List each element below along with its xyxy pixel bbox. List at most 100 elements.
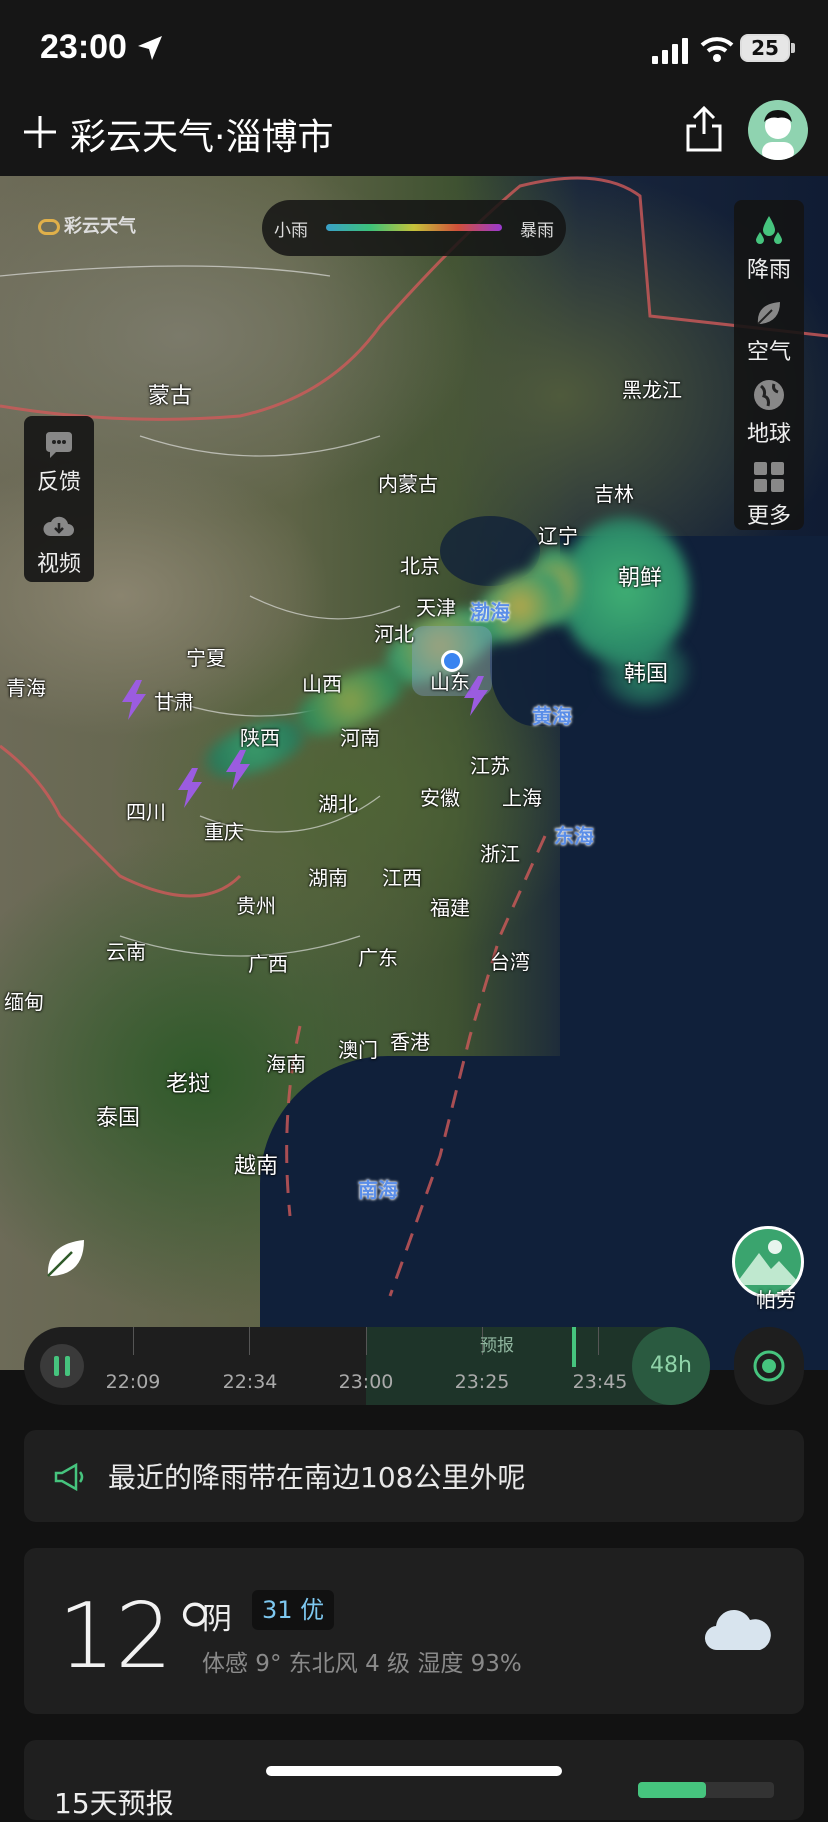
status-time: 23:00: [40, 28, 127, 66]
map-label-hebei: 河北: [374, 622, 414, 646]
forecast-view-toggle[interactable]: [638, 1782, 774, 1798]
map-label-zhejiang: 浙江: [480, 842, 520, 866]
timeline-tick: [366, 1327, 367, 1355]
video-label: 视频: [36, 552, 81, 577]
border-lines: [0, 176, 828, 1297]
pause-icon-bar: [65, 1356, 70, 1376]
avatar-face-icon: [762, 110, 794, 160]
map-logo: 彩云天气: [38, 212, 136, 238]
map-label-macau: 澳门: [338, 1038, 378, 1062]
current-temperature: 12°: [58, 1584, 218, 1689]
map-label-myanmar: 缅甸: [4, 990, 44, 1014]
lightning-icon: [178, 768, 202, 808]
map-label-hongkong: 香港: [390, 1030, 430, 1054]
map-label-gansu: 甘肃: [154, 690, 194, 714]
layer-air-button[interactable]: 空气: [734, 296, 804, 366]
feedback-button[interactable]: 反馈: [24, 430, 94, 496]
map-label-shanxi: 山西: [302, 672, 342, 696]
map-label-guizhou: 贵州: [236, 894, 276, 918]
share-icon[interactable]: [682, 104, 726, 154]
timeline-cursor[interactable]: [572, 1327, 576, 1367]
map-label-mongolia: 蒙古: [148, 384, 193, 409]
cellular-signal-icon: [652, 38, 688, 64]
map-label-shanghai: 上海: [502, 786, 542, 810]
timeline-time-label: 22:09: [105, 1371, 161, 1393]
layer-panel: 降雨 空气 地球 更多: [734, 200, 804, 530]
rain-intensity-legend: 小雨 暴雨: [262, 200, 566, 256]
toggle-active-segment: [638, 1782, 706, 1798]
map-label-tianjin: 天津: [416, 596, 456, 620]
map-label-sichuan: 四川: [126, 800, 166, 824]
radar-timeline[interactable]: 预报 22:09 22:34 23:00 23:25 23:45: [24, 1327, 710, 1405]
grid-more-icon: [754, 462, 784, 492]
map-label-anhui: 安徽: [420, 786, 460, 810]
page-title[interactable]: 彩云天气·淄博市: [70, 108, 333, 160]
feedback-label: 反馈: [36, 470, 81, 495]
video-button[interactable]: 视频: [24, 512, 94, 578]
layer-air-label: 空气: [746, 340, 791, 365]
leaf-toggle-icon[interactable]: [44, 1236, 88, 1280]
map-label-heilongjiang: 黑龙江: [622, 378, 682, 402]
layer-rain-button[interactable]: 降雨: [734, 214, 804, 284]
rain-notice-text: 最近的降雨带在南边108公里外呢: [108, 1461, 526, 1494]
map-label-liaoning: 辽宁: [538, 524, 578, 548]
layer-more-button[interactable]: 更多: [734, 460, 804, 530]
map-label-palau: 帕劳: [756, 1288, 796, 1312]
user-avatar[interactable]: [748, 100, 808, 160]
sea-label-huanghai: 黄海: [532, 704, 572, 728]
aqi-badge[interactable]: 31 优: [252, 1590, 335, 1630]
range-48h-button[interactable]: 48h: [632, 1327, 710, 1405]
rain-notice-card[interactable]: 最近的降雨带在南边108公里外呢: [24, 1430, 804, 1522]
radar-map[interactable]: 彩云天气 小雨 暴雨 降雨 空气 地球 更多 反馈 视频 蒙古 黑龙江 内蒙古 …: [0, 176, 828, 1370]
layer-rain-label: 降雨: [746, 258, 791, 283]
map-logo-text: 彩云天气: [64, 216, 136, 237]
battery-indicator: 25: [740, 34, 790, 62]
forecast-15day-title: 15天预报: [54, 1787, 174, 1820]
map-label-vietnam: 越南: [234, 1154, 279, 1179]
map-label-jiangxi: 江西: [382, 866, 422, 890]
timeline-time-label: 23:00: [338, 1371, 394, 1393]
layer-more-label: 更多: [746, 504, 791, 529]
timeline-tick: [133, 1327, 134, 1355]
leaf-icon: [757, 302, 780, 325]
map-label-laos: 老挝: [166, 1072, 211, 1097]
map-label-hunan: 湖南: [308, 866, 348, 890]
home-indicator[interactable]: [266, 1766, 562, 1776]
layer-earth-button[interactable]: 地球: [734, 378, 804, 448]
map-label-beijing: 北京: [400, 554, 440, 578]
legend-light-label: 小雨: [274, 221, 308, 241]
map-label-guangdong: 广东: [358, 946, 398, 970]
layer-earth-label: 地球: [746, 422, 791, 447]
map-label-hainan: 海南: [266, 1052, 306, 1076]
locate-button[interactable]: [734, 1327, 804, 1405]
map-label-jilin: 吉林: [594, 482, 634, 506]
weather-condition: 阴: [202, 1602, 232, 1637]
sea-label-donghai: 东海: [554, 824, 594, 848]
forecast-label: 预报: [480, 1336, 514, 1356]
megaphone-icon: [54, 1462, 84, 1492]
cloud-icon: [704, 1610, 771, 1651]
sea-label-bohai: 渤海: [470, 600, 510, 624]
location-arrow-icon: [138, 36, 162, 60]
feedback-cloud-icon: [46, 432, 72, 458]
forecast-15day-card[interactable]: 15天预报: [24, 1740, 804, 1820]
map-label-ningxia: 宁夏: [186, 646, 226, 670]
timeline-tick: [249, 1327, 250, 1355]
map-label-thailand: 泰国: [96, 1106, 141, 1131]
cloud-download-icon: [43, 516, 74, 536]
map-label-jiangsu: 江苏: [470, 754, 510, 778]
map-label-qinghai: 青海: [6, 676, 46, 700]
add-city-icon[interactable]: [20, 112, 60, 152]
map-label-taiwan: 台湾: [490, 950, 530, 974]
pause-button[interactable]: [40, 1344, 84, 1388]
map-label-guangxi: 广西: [248, 952, 288, 976]
map-label-yunnan: 云南: [106, 940, 146, 964]
map-label-neimenggu: 内蒙古: [378, 472, 438, 496]
lightning-icon: [122, 680, 146, 720]
globe-icon: [754, 380, 784, 410]
side-tools-panel: 反馈 视频: [24, 416, 94, 582]
legend-gradient-bar: [326, 224, 502, 231]
current-weather-card[interactable]: 12° 阴 31 优 体感 9° 东北风 4 级 湿度 93%: [24, 1548, 804, 1714]
cloud-logo-icon: [38, 219, 60, 235]
map-label-northkorea: 朝鲜: [618, 566, 663, 591]
